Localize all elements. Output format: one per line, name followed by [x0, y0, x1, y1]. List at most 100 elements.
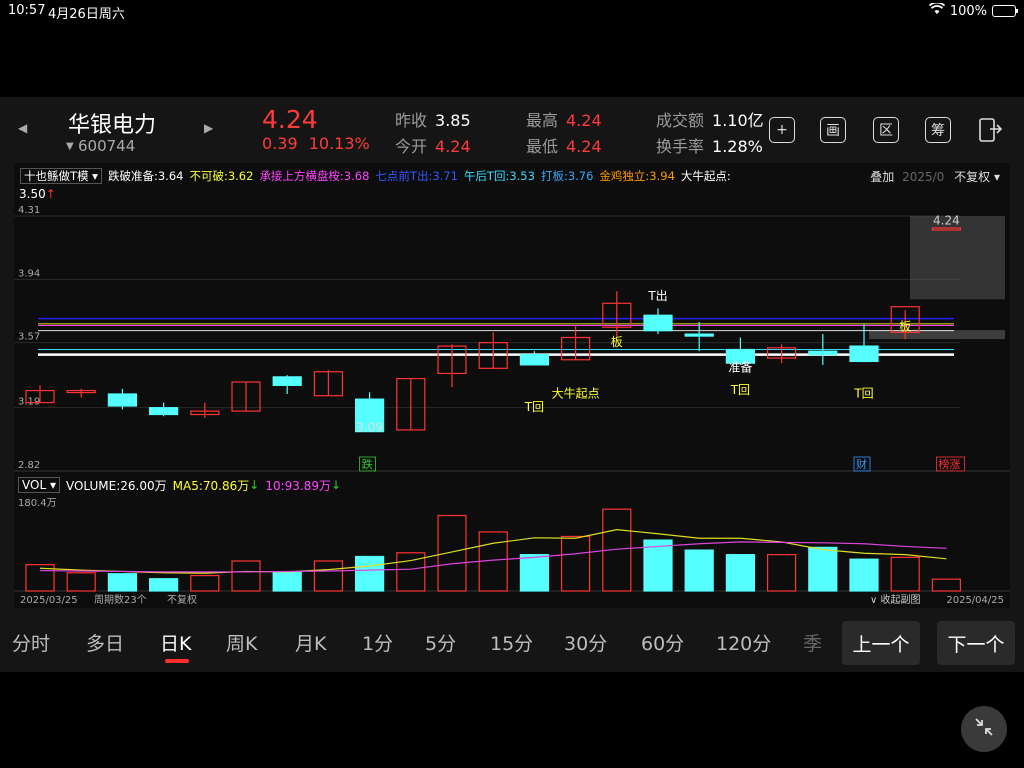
stat-high: 最高 4.24 — [526, 111, 602, 130]
timeframe-bar: 分时 多日 日K 周K 月K 1分 5分 15分 30分 60分 120分 季 … — [0, 617, 1024, 667]
prev-button[interactable]: 上一个 — [842, 621, 920, 665]
prev-stock-arrow-icon[interactable]: ◀ — [18, 121, 27, 135]
y-tick-label: 3.57 — [18, 332, 40, 343]
footer-adjust-label: 不复权 — [167, 593, 197, 606]
add-watchlist-icon[interactable]: + — [769, 117, 795, 143]
tab-fenshi[interactable]: 分时 — [12, 629, 50, 656]
change-percent: 10.13% — [308, 134, 370, 153]
volume-selector[interactable]: VOL ▾ — [18, 477, 60, 493]
code-caret-icon[interactable]: ▼ — [66, 141, 74, 152]
tab-1min[interactable]: 1分 — [362, 629, 393, 656]
battery-icon — [992, 5, 1018, 17]
event-marker: 财 — [856, 457, 867, 471]
stat-prev-close: 昨收 3.85 — [395, 111, 471, 130]
chart-annotation: 4.24 — [933, 214, 960, 228]
chart-annotation: T回 — [730, 383, 750, 397]
volume-bar — [766, 554, 797, 592]
tab-5min[interactable]: 5分 — [425, 629, 456, 656]
price-change: 0.39 10.13% — [262, 134, 370, 153]
volume-bar — [560, 535, 591, 592]
status-right: 100% — [928, 1, 1018, 19]
candle — [808, 350, 838, 356]
limit-up-zone — [869, 330, 1005, 340]
event-marker: 跌 — [362, 457, 373, 471]
change-amount: 0.39 — [262, 134, 298, 153]
share-icon[interactable] — [976, 115, 1004, 149]
chart-annotation: 3.09 — [356, 421, 383, 435]
stat-open: 今开 4.24 — [395, 137, 471, 156]
chart-annotation: T回 — [853, 386, 873, 400]
volume-ma5-label: MA5:70.86万 — [172, 478, 250, 493]
volume-bar — [684, 549, 714, 592]
candle — [684, 333, 714, 337]
chart-annotation: T出 — [647, 289, 667, 303]
candle — [149, 407, 179, 416]
stat-turnover-rate: 换手率 1.28% — [656, 137, 763, 156]
draw-icon[interactable]: 画 — [820, 117, 846, 143]
chart-annotation: 大牛起点 — [552, 385, 600, 400]
volume-bar — [808, 546, 838, 592]
wifi-icon — [928, 1, 945, 19]
chart-area[interactable]: 十也鲧做T模 ▾ 跌破准备:3.64 不可破:3.62 承接上方横盘桉:3.68… — [14, 163, 1010, 608]
candle — [849, 345, 879, 363]
stock-name: 华银电力 — [68, 113, 157, 138]
y-tick-label: 2.82 — [18, 460, 40, 471]
stock-panel: ◀ 华银电力 ▼ 600744 ▶ 4.24 0.39 10.13% 昨收 3.8… — [0, 97, 1024, 672]
stat-turnover-amount: 成交额 1.10亿 — [656, 111, 764, 130]
stat-low: 最低 4.24 — [526, 137, 602, 156]
current-price: 4.24 — [262, 105, 318, 134]
event-marker: 榜涨 — [938, 457, 960, 471]
volume-ma10-label: 10:93.89万 — [265, 478, 331, 493]
y-tick-label: 3.94 — [18, 268, 40, 279]
volume-bar — [272, 571, 302, 592]
period-count-label: 周期数23个 — [94, 593, 147, 606]
collapse-arrows-icon — [973, 716, 995, 742]
volume-bar — [643, 539, 673, 592]
volume-bar — [190, 574, 220, 592]
candle — [272, 376, 302, 387]
volume-bar — [149, 578, 179, 592]
tab-15min[interactable]: 15分 — [490, 629, 533, 656]
x-end-label: 2025/04/25 — [946, 595, 1004, 606]
chart-annotation: 板 — [611, 335, 623, 349]
next-button[interactable]: 下一个 — [937, 621, 1015, 665]
kline-chart[interactable]: 4.313.943.573.192.823.09T回大牛起点板T出准备T回 T回板… — [14, 163, 1010, 608]
volume-bar — [66, 572, 96, 592]
chips-icon[interactable]: 筹 — [925, 117, 951, 143]
status-time: 10:57 — [8, 3, 46, 18]
y-tick-label: 4.31 — [18, 205, 40, 216]
collapse-fullscreen-button[interactable] — [961, 706, 1007, 752]
next-stock-arrow-icon[interactable]: ▶ — [204, 121, 213, 135]
x-start-label: 2025/03/25 — [20, 595, 78, 606]
volume-bar — [725, 554, 756, 592]
volume-label: VOLUME:26.00万 — [65, 478, 167, 493]
volume-bar — [437, 514, 467, 592]
volume-header: VOL ▾ VOLUME:26.00万 MA5:70.86万 ↓ 10:93.89… — [18, 476, 341, 494]
battery-percent: 100% — [949, 3, 987, 19]
volume-bar — [231, 560, 261, 592]
tab-weekly-k[interactable]: 周K — [226, 629, 257, 656]
collapse-subchart-label: ∨ 收起副图 — [870, 593, 921, 606]
volume-bar — [931, 578, 962, 592]
tab-60min[interactable]: 60分 — [641, 629, 684, 656]
candle — [107, 393, 138, 407]
volume-bar — [107, 573, 138, 592]
volume-bar — [890, 556, 920, 592]
candle — [643, 314, 673, 332]
range-icon[interactable]: 区 — [873, 117, 899, 143]
tab-quarter[interactable]: 季 — [803, 629, 822, 656]
chart-annotation: 板 — [899, 320, 911, 334]
stock-code: 600744 — [78, 137, 136, 155]
volume-y-top-label: 180.4万 — [18, 498, 57, 509]
tab-30min[interactable]: 30分 — [564, 629, 607, 656]
tab-multi-day[interactable]: 多日 — [86, 629, 124, 656]
active-tab-indicator — [165, 659, 189, 663]
status-bar: 10:57 4月26日周六 100% — [0, 0, 1024, 22]
tab-120min[interactable]: 120分 — [716, 629, 771, 656]
tab-monthly-k[interactable]: 月K — [295, 629, 326, 656]
chart-annotation: 准备 — [728, 361, 752, 375]
tab-daily-k[interactable]: 日K — [160, 629, 191, 656]
candle — [519, 354, 549, 366]
volume-bar — [313, 560, 343, 592]
chart-annotation: T回 — [524, 400, 544, 414]
